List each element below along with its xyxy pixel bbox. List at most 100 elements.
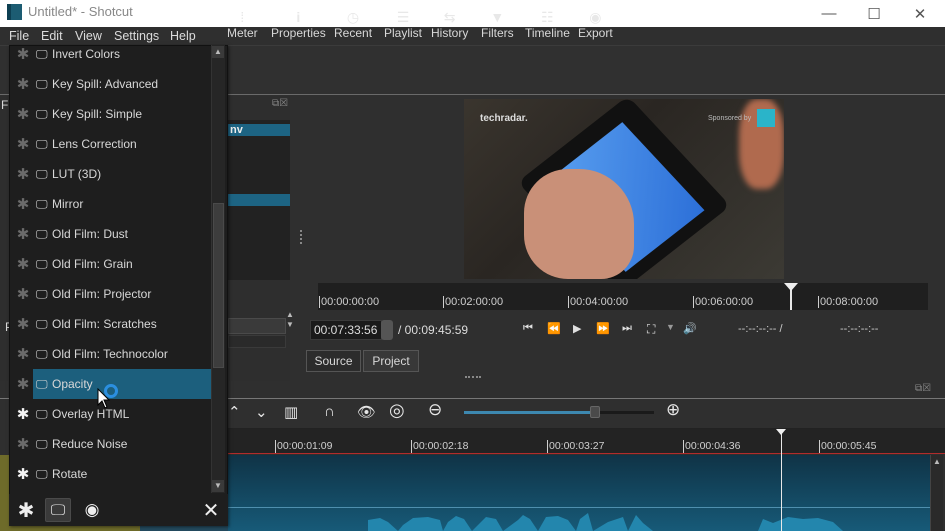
close-window-button[interactable]: ✕ xyxy=(897,0,943,27)
out-point-label: --:--:--:-- xyxy=(840,323,879,335)
favorite-star-icon[interactable]: ✱ xyxy=(10,375,36,393)
filter-item-label: Opacity xyxy=(52,377,93,391)
toolbar-properties-button[interactable]: i Properties xyxy=(271,8,326,40)
favorite-star-icon[interactable]: ✱ xyxy=(10,405,36,423)
info-icon: i xyxy=(296,9,301,25)
filter-item[interactable]: ✱ 🖵 Old Film: Projector xyxy=(10,279,212,309)
filter-item[interactable]: ✱ 🖵 Reduce Noise xyxy=(10,429,212,459)
toolbar-recent-button[interactable]: ◷ Recent xyxy=(334,8,372,40)
tab-source[interactable]: Source xyxy=(306,350,361,372)
video-filter-icon: 🖵 xyxy=(36,436,48,451)
favorite-star-icon[interactable]: ✱ xyxy=(10,135,36,153)
title-bar xyxy=(0,0,945,27)
timeline-vertical-scrollbar[interactable]: ▲ xyxy=(930,455,943,531)
toolbar-playlist-button[interactable]: ☰ Playlist xyxy=(384,8,422,40)
video-preview[interactable]: techradar. Sponsored by xyxy=(464,99,784,279)
zoom-in-icon[interactable]: ⊕ xyxy=(666,400,680,420)
skip-start-button[interactable]: ⏮ xyxy=(523,322,533,335)
favorite-star-icon[interactable]: ✱ xyxy=(10,105,36,123)
skip-end-button[interactable]: ⏭ xyxy=(622,322,632,335)
playlist-row-selected[interactable] xyxy=(228,194,290,206)
close-popup-button[interactable]: ✕ xyxy=(200,498,222,522)
toolbar-history-button[interactable]: ⇆ History xyxy=(431,8,468,40)
video-filter-icon: 🖵 xyxy=(36,376,48,391)
video-hand xyxy=(524,169,634,279)
window-title: Untitled* - Shotcut xyxy=(28,4,133,19)
filter-item-label: LUT (3D) xyxy=(52,167,102,181)
favorite-star-icon[interactable]: ✱ xyxy=(10,75,36,93)
filter-item[interactable]: ✱ 🖵 Lens Correction xyxy=(10,129,212,159)
playhead-marker-icon[interactable] xyxy=(784,283,798,291)
play-button[interactable]: ▶ xyxy=(573,322,581,335)
favorite-star-icon[interactable]: ✱ xyxy=(10,165,36,183)
favorite-star-icon[interactable]: ✱ xyxy=(10,255,36,273)
splitter-handle[interactable] xyxy=(300,230,304,244)
filter-item[interactable]: ✱ 🖵 Invert Colors xyxy=(10,39,212,69)
lift-icon[interactable]: ⌃ xyxy=(228,403,241,421)
minimize-button[interactable]: — xyxy=(806,0,852,27)
dock-float-close-icons[interactable]: ⧉☒ xyxy=(272,98,288,109)
video-filter-icon: 🖵 xyxy=(36,166,48,181)
toolbar-filters-button[interactable]: ▼ Filters xyxy=(481,8,514,40)
toolbar-export-button[interactable]: ◉ Export xyxy=(578,8,613,40)
toolbar-meter-button[interactable]: ⁞ Meter xyxy=(227,8,258,40)
audio-filter-button[interactable]: ◉ xyxy=(80,498,104,522)
playlist-row-text: nv xyxy=(230,124,243,136)
current-time-field[interactable]: 00:07:33:56 xyxy=(310,320,382,340)
filter-item[interactable]: ✱ 🖵 Old Film: Scratches xyxy=(10,309,212,339)
ripple-target-icon[interactable]: ◎ xyxy=(389,400,405,421)
favorite-star-icon[interactable]: ✱ xyxy=(10,315,36,333)
filter-item[interactable]: ✱ 🖵 Old Film: Dust xyxy=(10,219,212,249)
filter-item[interactable]: ✱ 🖵 Key Spill: Advanced xyxy=(10,69,212,99)
filter-item[interactable]: ✱ 🖵 LUT (3D) xyxy=(10,159,212,189)
audio-waveform xyxy=(368,513,843,531)
filter-item[interactable]: ✱ 🖵 Key Spill: Simple xyxy=(10,99,212,129)
favorite-star-icon[interactable]: ✱ xyxy=(10,195,36,213)
favorite-star-icon[interactable]: ✱ xyxy=(10,285,36,303)
favorite-star-icon[interactable]: ✱ xyxy=(10,465,36,483)
zoom-fit-icon[interactable]: ⛶ xyxy=(647,322,655,337)
filter-item[interactable]: ✱ 🖵 Old Film: Technocolor xyxy=(10,339,212,369)
favorite-star-icon[interactable]: ✱ xyxy=(10,225,36,243)
dock-spin-arrows[interactable]: ▲ ▼ xyxy=(286,310,294,330)
scroll-down-arrow-icon[interactable]: ▼ xyxy=(212,480,224,492)
timeline-float-close-icons[interactable]: ⧉☒ xyxy=(915,383,931,394)
toolbar-timeline-button[interactable]: ☷ Timeline xyxy=(525,8,570,40)
timeline-playhead[interactable] xyxy=(781,430,782,531)
filter-item[interactable]: ✱ 🖵 Overlay HTML xyxy=(10,399,212,429)
scrollbar-thumb[interactable] xyxy=(213,203,224,368)
filter-item[interactable]: ✱ 🖵 Old Film: Grain xyxy=(10,249,212,279)
toolbar-label: Playlist xyxy=(384,26,423,40)
filter-item[interactable]: ✱ 🖵 Mirror xyxy=(10,189,212,219)
split-icon[interactable]: ▥ xyxy=(284,403,298,421)
filter-item-label: Lens Correction xyxy=(52,137,137,151)
overwrite-icon[interactable]: ⌄ xyxy=(255,403,268,421)
filter-item-label: Old Film: Projector xyxy=(52,287,152,301)
favorites-filter-button[interactable]: ✱ xyxy=(15,498,37,522)
app-icon xyxy=(7,4,22,20)
toolbar-label: Export xyxy=(578,26,613,40)
zoom-slider-handle[interactable] xyxy=(590,406,600,418)
video-filter-button[interactable]: 🖵 xyxy=(45,498,71,522)
time-spinner[interactable] xyxy=(381,320,393,340)
splitter-handle[interactable] xyxy=(465,376,481,378)
favorite-star-icon[interactable]: ✱ xyxy=(10,45,36,63)
filter-item[interactable]: ✱ 🖵 Rotate xyxy=(10,459,212,489)
fast-forward-button[interactable]: ⏩ xyxy=(596,322,610,335)
tab-project[interactable]: Project xyxy=(363,350,419,372)
zoom-out-icon[interactable]: ⊖ xyxy=(428,400,442,420)
dock-hscroll[interactable] xyxy=(228,335,286,348)
snap-magnet-icon[interactable]: ∩ xyxy=(324,403,335,420)
scroll-up-arrow-icon[interactable]: ▲ xyxy=(212,46,224,58)
scroll-up-arrow-icon[interactable]: ▲ xyxy=(931,457,943,466)
timeline-ruler-label: 00:00:03:27 xyxy=(547,440,605,453)
volume-icon[interactable]: 🔊 xyxy=(683,322,697,335)
favorite-star-icon[interactable]: ✱ xyxy=(10,345,36,363)
favorite-star-icon[interactable]: ✱ xyxy=(10,435,36,453)
rewind-button[interactable]: ⏪ xyxy=(547,322,561,335)
maximize-button[interactable]: ☐ xyxy=(851,0,897,27)
timeline-playhead-marker-icon[interactable] xyxy=(776,429,786,435)
scrub-eye-icon[interactable]: 👁 xyxy=(357,403,376,421)
dock-combo[interactable] xyxy=(228,318,286,334)
zoom-dropdown-icon[interactable]: ▼ xyxy=(666,322,675,332)
